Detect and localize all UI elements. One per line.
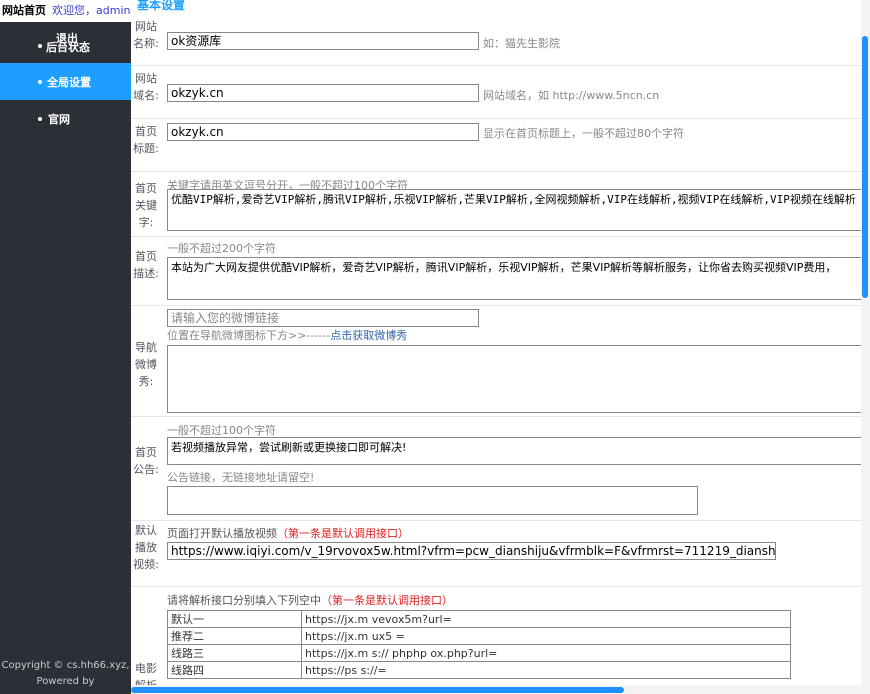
field-hint: 网站域名，如 http://www.5ncn.cn xyxy=(483,89,660,102)
home-link[interactable]: 网站首页 xyxy=(2,4,46,17)
horizontal-scrollbar[interactable] xyxy=(131,685,861,694)
top-welcome-bar: 网站首页欢迎您，admin， xyxy=(0,0,131,22)
notice-link-textarea[interactable] xyxy=(167,486,698,515)
field-hint: 一般不超过100个字符 xyxy=(167,424,276,437)
bullet-icon xyxy=(38,80,42,84)
parser-row: 线路四 https://ps s://= xyxy=(167,661,791,679)
default-interface-note: （第一条是默认调用接口） xyxy=(277,527,409,540)
site-domain-row: 网站域名: okzyk.cn 网站域名，如 http://www.5ncn.cn xyxy=(131,66,861,119)
site-domain-input[interactable]: okzyk.cn xyxy=(167,84,479,102)
sidebar: 网站首页欢迎您，admin， 退出 后台状态 全局设置 官网 Copyright… xyxy=(0,0,131,694)
field-label: 首页公告: xyxy=(133,446,159,476)
bullet-icon xyxy=(38,117,42,121)
sidebar-item-label: 后台状态 xyxy=(46,41,90,54)
default-video-hint: 页面打开默认播放视频 xyxy=(167,527,277,540)
vertical-scroll-thumb[interactable] xyxy=(862,36,868,298)
field-label: 网站域名: xyxy=(133,72,159,102)
parser-row: 默认一 https://jx.m vevox5m?url= xyxy=(167,610,791,628)
site-name-input[interactable]: ok资源库 xyxy=(167,32,479,50)
get-weibo-show-link[interactable]: 点击获取微博秀 xyxy=(330,329,407,342)
field-label: 首页描述: xyxy=(133,250,159,280)
copyright-text: Copyright © cs.hh66.xyz, xyxy=(1,660,130,671)
parser-url-input[interactable]: https://ps s://= xyxy=(301,661,791,679)
parsers-default-note: （第一条是默认调用接口） xyxy=(321,594,453,607)
bullet-icon xyxy=(38,44,42,48)
horizontal-scroll-thumb[interactable] xyxy=(131,687,624,693)
field-hint: 位置在导航微博图标下方>>------点击获取微博秀 xyxy=(167,327,407,343)
parser-row: 线路三 https://jx.m s:// phphp ox.php?url= xyxy=(167,644,791,662)
field-hint: 显示在首页标题上，一般不超过80个字符 xyxy=(483,127,684,140)
parser-name-input[interactable]: 线路四 xyxy=(167,661,302,679)
parser-url-input[interactable]: https://jx.m ux5 = xyxy=(301,627,791,645)
vertical-scrollbar[interactable] xyxy=(861,0,870,694)
sidebar-item-label: 全局设置 xyxy=(47,76,91,89)
field-label: 首页标题: xyxy=(133,125,159,155)
notice-link-hint: 公告链接，无链接地址请留空! xyxy=(167,471,315,484)
default-video-row: 默认播放视频: 页面打开默认播放视频（第一条是默认调用接口） https://w… xyxy=(131,521,861,587)
field-label: 网站名称: xyxy=(133,20,159,50)
field-hint: 一般不超过200个字符 xyxy=(167,242,276,255)
parser-url-input[interactable]: https://jx.m vevox5m?url= xyxy=(301,610,791,628)
notice-row: 首页公告: 一般不超过100个字符 若视频播放异常，尝试刷新或更换接口即可解决!… xyxy=(131,417,861,521)
site-name-row: 网站名称: ok资源库 如：猫先生影院 xyxy=(131,14,861,66)
description-row: 首页描述: 一般不超过200个字符 本站为广大网友提供优酷VIP解析，爱奇艺VI… xyxy=(131,237,861,306)
field-label: 导航微博秀: xyxy=(135,341,157,388)
parser-url-input[interactable]: https://jx.m s:// phphp ox.php?url= xyxy=(301,644,791,662)
field-label: 首页关键字: xyxy=(135,182,157,229)
parser-table: 默认一 https://jx.m vevox5m?url= 推荐二 https://… xyxy=(167,610,791,679)
parsers-hint: 请将解析接口分别填入下列空中（第一条是默认调用接口） xyxy=(167,592,453,608)
field-hint: 如：猫先生影院 xyxy=(483,37,560,50)
weibo-link-input[interactable]: 请输入您的微博链接 xyxy=(167,309,479,327)
description-textarea[interactable]: 本站为广大网友提供优酷VIP解析，爱奇艺VIP解析，腾讯VIP解析，乐视VIP解… xyxy=(167,257,861,300)
home-title-input[interactable]: okzyk.cn xyxy=(167,123,479,141)
weibo-embed-textarea[interactable] xyxy=(167,345,861,413)
sidebar-item-label: 官网 xyxy=(48,113,70,126)
input-placeholder: 请输入您的微博链接 xyxy=(171,311,280,325)
home-title-row: 首页标题: okzyk.cn 显示在首页标题上，一般不超过80个字符 xyxy=(131,119,861,172)
parser-name-input[interactable]: 推荐二 xyxy=(167,627,302,645)
keywords-row: 首页关键字: 关键字请用英文逗号分开，一般不超过100个字符 优酷VIP解析,爱… xyxy=(131,172,861,237)
weibo-hint-text: 位置在导航微博图标下方>>------ xyxy=(167,329,331,342)
sidebar-footer: Copyright © cs.hh66.xyz, Powered by xyxy=(0,658,131,690)
welcome-text: 欢迎您，admin， xyxy=(52,4,131,17)
section-title: 基本设置 xyxy=(137,0,186,12)
field-label: 默认播放视频: xyxy=(133,524,159,571)
parser-name-input[interactable]: 默认一 xyxy=(167,610,302,628)
parser-name-input[interactable]: 线路三 xyxy=(167,644,302,662)
powered-by-text: Powered by xyxy=(36,676,95,687)
settings-form: 基本设置 网站名称: ok资源库 如：猫先生影院 网站域名: okzyk.cn … xyxy=(131,0,861,694)
keywords-textarea[interactable]: 优酷VIP解析,爱奇艺VIP解析,腾讯VIP解析,乐视VIP解析,芒果VIP解析… xyxy=(167,189,861,231)
sidebar-item-global-settings[interactable]: 全局设置 xyxy=(0,63,131,100)
sidebar-item-logout-status[interactable]: 退出 后台状态 xyxy=(0,30,131,62)
field-hint: 页面打开默认播放视频（第一条是默认调用接口） xyxy=(167,525,409,541)
default-video-input[interactable]: https://www.iqiyi.com/v_19rvovox5w.html?… xyxy=(167,542,776,560)
notice-textarea[interactable]: 若视频播放异常，尝试刷新或更换接口即可解决! xyxy=(167,437,861,465)
parser-row: 推荐二 https://jx.m ux5 = xyxy=(167,627,791,645)
sidebar-item-official-site[interactable]: 官网 xyxy=(0,108,131,128)
parsers-hint-text: 请将解析接口分别填入下列空中 xyxy=(167,594,321,607)
weibo-row: 导航微博秀: 请输入您的微博链接 位置在导航微博图标下方>>------点击获取… xyxy=(131,306,861,417)
